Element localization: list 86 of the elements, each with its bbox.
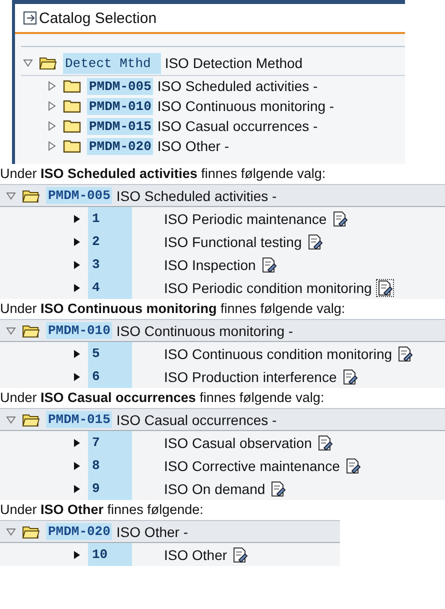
document-edit-icon[interactable] <box>344 456 362 474</box>
collapse-triangle-icon[interactable] <box>47 101 57 111</box>
expand-triangle-icon[interactable] <box>6 190 16 200</box>
triangle-icon[interactable] <box>72 348 82 358</box>
folder-icon <box>63 139 81 153</box>
folder-icon <box>39 56 57 70</box>
item-text[interactable]: ISO Periodic condition monitoring <box>164 280 372 296</box>
node-text[interactable]: ISO Scheduled activities - <box>157 78 318 94</box>
item-text[interactable]: ISO On demand <box>164 480 266 496</box>
node-code[interactable]: PMDM-005 <box>46 187 112 204</box>
node-code[interactable]: PMDM-020 <box>46 523 112 540</box>
item-code[interactable]: 4 <box>88 276 132 299</box>
node-text[interactable]: ISO Detection Method <box>164 55 303 71</box>
node-code[interactable]: PMDM-005 <box>87 78 154 94</box>
triangle-icon[interactable] <box>72 236 82 246</box>
caption-text: Under ISO Continuous monitoring finnes følgende valg: <box>0 300 346 318</box>
catalog-icon <box>23 11 37 25</box>
group-header-row[interactable]: PMDM-015 ISO Casual occurrences - <box>0 408 445 431</box>
caption-text: Under ISO Scheduled activities finnes følgende valg: <box>0 165 327 183</box>
folder-icon <box>22 524 40 538</box>
node-text[interactable]: ISO Other - <box>157 138 229 154</box>
document-edit-icon[interactable] <box>376 278 394 296</box>
folder-icon <box>63 119 81 133</box>
node-text[interactable]: ISO Casual occurrences - <box>157 118 318 134</box>
caption-text: Under ISO Other finnes følgende: <box>0 501 204 519</box>
document-edit-icon[interactable] <box>269 480 288 498</box>
node-text[interactable]: ISO Continuous monitoring - <box>116 322 294 338</box>
document-edit-icon[interactable] <box>340 368 359 386</box>
item-text[interactable]: ISO Periodic maintenance <box>164 210 327 226</box>
caption-text: Under ISO Casual occurrences finnes følgende valg: <box>0 389 326 407</box>
expand-triangle-icon[interactable] <box>23 58 33 68</box>
folder-icon <box>63 99 81 113</box>
item-code[interactable]: 6 <box>88 365 132 388</box>
node-code[interactable]: Detect Mthd <box>63 52 161 74</box>
item-text[interactable]: ISO Inspection <box>164 256 256 272</box>
item-text[interactable]: ISO Casual observation <box>164 434 312 450</box>
folder-icon <box>22 188 40 202</box>
group-header-row[interactable]: PMDM-005 ISO Scheduled activities - <box>0 184 445 207</box>
document-edit-icon[interactable] <box>316 434 334 452</box>
triangle-icon[interactable] <box>72 282 82 292</box>
node-code[interactable]: PMDM-015 <box>87 118 154 134</box>
item-code[interactable]: 5 <box>88 342 132 365</box>
node-code[interactable]: PMDM-015 <box>46 411 112 428</box>
node-code[interactable]: PMDM-010 <box>46 322 112 339</box>
node-text[interactable]: ISO Casual occurrences - <box>116 412 277 428</box>
node-text[interactable]: ISO Other - <box>116 524 188 540</box>
triangle-icon[interactable] <box>72 460 82 470</box>
triangle-icon[interactable] <box>72 550 82 560</box>
group-header-row[interactable]: PMDM-020 ISO Other - <box>0 520 340 543</box>
triangle-icon[interactable] <box>72 372 82 382</box>
folder-icon <box>63 79 81 93</box>
triangle-icon[interactable] <box>72 484 82 494</box>
triangle-icon[interactable] <box>72 260 82 270</box>
item-code[interactable]: 1 <box>88 207 132 230</box>
item-text[interactable]: ISO Other <box>164 546 228 562</box>
item-text[interactable]: ISO Production interference <box>164 368 337 384</box>
document-edit-icon[interactable] <box>306 232 324 250</box>
document-edit-icon[interactable] <box>330 210 349 228</box>
expand-triangle-icon[interactable] <box>6 414 16 424</box>
item-code[interactable]: 2 <box>88 230 132 253</box>
document-edit-icon[interactable] <box>260 256 278 274</box>
item-code[interactable]: 8 <box>88 454 132 477</box>
folder-icon <box>22 324 40 338</box>
expand-triangle-icon[interactable] <box>6 326 16 336</box>
collapse-triangle-icon[interactable] <box>47 121 57 131</box>
collapse-triangle-icon[interactable] <box>47 81 57 91</box>
triangle-icon[interactable] <box>72 438 82 448</box>
item-text[interactable]: ISO Continuous condition monitoring <box>164 346 392 362</box>
item-code[interactable]: 3 <box>88 253 132 276</box>
expand-triangle-icon[interactable] <box>6 526 16 536</box>
node-code[interactable]: PMDM-010 <box>87 98 154 114</box>
triangle-icon[interactable] <box>72 214 82 224</box>
item-code[interactable]: 10 <box>88 543 132 566</box>
document-edit-icon[interactable] <box>396 344 414 362</box>
node-text[interactable]: ISO Scheduled activities - <box>116 188 277 204</box>
group-header-row[interactable]: PMDM-010 ISO Continuous monitoring - <box>0 319 445 342</box>
window-title: Catalog Selection <box>39 10 157 26</box>
collapse-triangle-icon[interactable] <box>47 141 57 151</box>
document-edit-icon[interactable] <box>231 546 250 564</box>
folder-icon <box>22 412 40 426</box>
item-code[interactable]: 9 <box>88 477 132 500</box>
node-text[interactable]: ISO Continuous monitoring - <box>157 98 334 114</box>
node-code[interactable]: PMDM-020 <box>87 138 154 154</box>
item-text[interactable]: ISO Corrective maintenance <box>164 458 340 474</box>
item-code[interactable]: 7 <box>88 431 132 454</box>
item-text[interactable]: ISO Functional testing <box>164 234 302 250</box>
